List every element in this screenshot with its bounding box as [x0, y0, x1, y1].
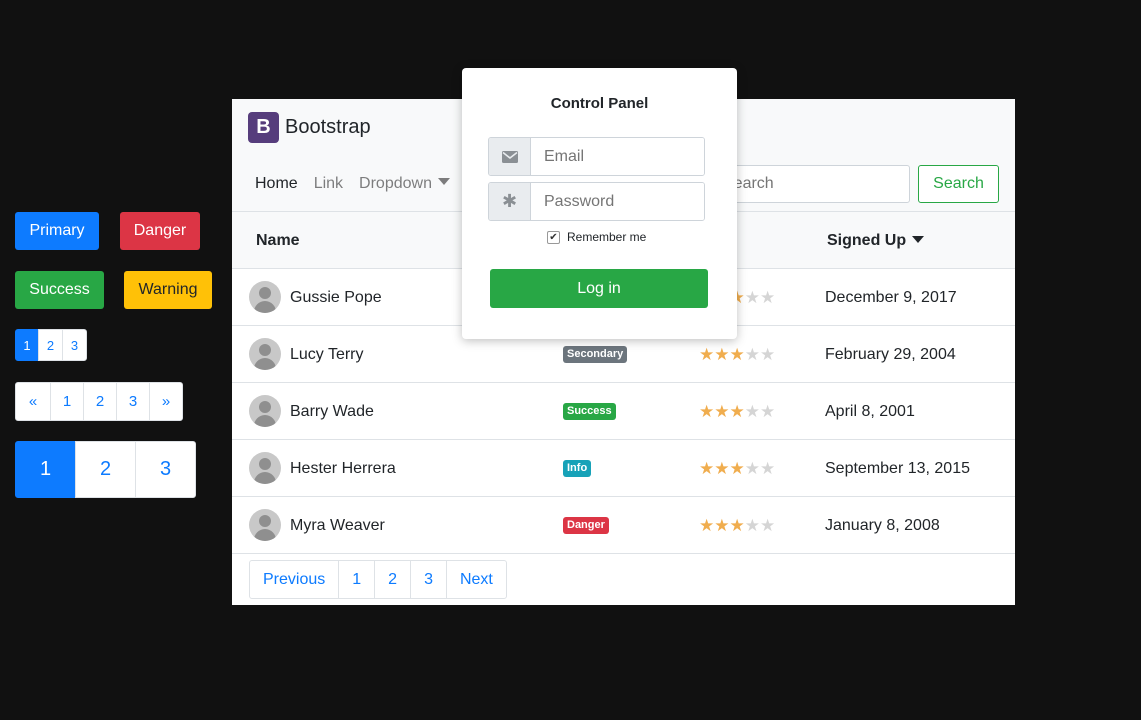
column-header-name[interactable]: Name	[256, 232, 300, 250]
star-icon: ★	[760, 459, 776, 478]
status-badge: Secondary	[563, 346, 628, 363]
nav-dropdown[interactable]: Dropdown	[359, 175, 450, 193]
row-name: Hester Herrera	[290, 460, 396, 477]
page-link-1[interactable]: 1	[15, 329, 39, 361]
page-link-1[interactable]: 1	[50, 382, 84, 421]
star-icon: ★	[729, 345, 745, 364]
column-header-signed-up-label: Signed Up	[827, 232, 907, 249]
nav-dropdown-label: Dropdown	[359, 175, 432, 192]
star-icon: ★	[760, 516, 776, 535]
page-link-2[interactable]: 2	[374, 560, 412, 599]
user-avatar-icon	[249, 509, 281, 541]
success-button[interactable]: Success	[15, 271, 104, 309]
status-badge: Success	[563, 403, 616, 420]
star-icon: ★	[744, 288, 760, 307]
primary-button[interactable]: Primary	[15, 212, 99, 250]
page-link-3[interactable]: 3	[62, 329, 87, 361]
star-icon: ★	[744, 516, 760, 535]
nav-link-home[interactable]: Home	[255, 175, 298, 193]
star-icon: ★	[729, 516, 745, 535]
status-badge: Danger	[563, 517, 609, 534]
search-button[interactable]: Search	[918, 165, 999, 203]
star-icon: ★	[744, 402, 760, 421]
star-icon: ★	[699, 459, 715, 478]
nav-links: Home Link Dropdown	[255, 175, 466, 193]
page-previous-link[interactable]: Previous	[249, 560, 340, 599]
row-signed-up-date: February 29, 2004	[825, 346, 956, 363]
row-name: Myra Weaver	[290, 517, 385, 534]
star-icon: ★	[714, 459, 730, 478]
popup-title: Control Panel	[550, 95, 649, 112]
warning-button[interactable]: Warning	[124, 271, 212, 309]
page-link-1[interactable]: 1	[15, 441, 76, 498]
row-name: Lucy Terry	[290, 346, 364, 363]
remember-me[interactable]: ✔ Remember me	[547, 230, 646, 244]
asterisk-icon: ✱	[489, 183, 531, 220]
star-rating: ★★★★★	[699, 402, 775, 422]
pagination-large: 1 2 3	[15, 441, 196, 498]
column-header-signed-up[interactable]: Signed Up	[827, 232, 925, 250]
user-avatar-icon	[249, 281, 281, 313]
pagination-small: 1 2 3	[15, 329, 87, 361]
page-link-2[interactable]: 2	[38, 329, 63, 361]
page-link-1[interactable]: 1	[338, 560, 376, 599]
brand-name[interactable]: Bootstrap	[285, 116, 371, 139]
email-field[interactable]	[532, 138, 704, 175]
danger-button[interactable]: Danger	[120, 212, 200, 250]
user-avatar-icon	[249, 338, 281, 370]
star-icon: ★	[760, 345, 776, 364]
page-link-2[interactable]: 2	[75, 441, 136, 498]
page-link-3[interactable]: 3	[135, 441, 196, 498]
bootstrap-logo-icon[interactable]: B	[248, 112, 279, 143]
star-icon: ★	[714, 402, 730, 421]
page-next-link[interactable]: »	[149, 382, 183, 421]
sort-caret-down-icon	[912, 236, 925, 243]
search-input[interactable]	[710, 165, 910, 203]
star-rating: ★★★★★	[699, 345, 775, 365]
password-field[interactable]	[532, 183, 704, 220]
star-icon: ★	[744, 345, 760, 364]
star-icon: ★	[699, 402, 715, 421]
table-pagination: Previous 1 2 3 Next	[249, 560, 507, 599]
login-button[interactable]: Log in	[490, 269, 708, 308]
star-icon: ★	[714, 345, 730, 364]
page-next-link[interactable]: Next	[445, 560, 507, 599]
star-icon: ★	[699, 345, 715, 364]
row-signed-up-date: January 8, 2008	[825, 517, 940, 534]
page-link-3[interactable]: 3	[410, 560, 447, 599]
row-signed-up-date: April 8, 2001	[825, 403, 915, 420]
star-icon: ★	[760, 288, 776, 307]
star-icon: ★	[744, 459, 760, 478]
table-row: Myra Weaver Danger ★★★★★ January 8, 2008	[232, 497, 1015, 554]
remember-label: Remember me	[567, 230, 647, 244]
row-name: Gussie Pope	[290, 289, 382, 306]
row-signed-up-date: December 9, 2017	[825, 289, 957, 306]
status-badge: Info	[563, 460, 592, 477]
row-name: Barry Wade	[290, 403, 374, 420]
pagination-medium: « 1 2 3 »	[15, 382, 183, 421]
caret-down-icon	[437, 178, 450, 185]
row-signed-up-date: September 13, 2015	[825, 460, 970, 477]
table-row: Barry Wade Success ★★★★★ April 8, 2001	[232, 383, 1015, 440]
login-popup: Control Panel ✱ ✔ Remember me Log in	[462, 68, 737, 339]
user-avatar-icon	[249, 452, 281, 484]
user-avatar-icon	[249, 395, 281, 427]
page-prev-link[interactable]: «	[15, 382, 51, 421]
email-input-group	[488, 137, 705, 176]
nav-link-link[interactable]: Link	[314, 175, 343, 193]
page-link-3[interactable]: 3	[116, 382, 150, 421]
page-link-2[interactable]: 2	[83, 382, 117, 421]
star-icon: ★	[729, 459, 745, 478]
star-icon: ★	[699, 516, 715, 535]
password-input-group: ✱	[488, 182, 705, 221]
envelope-icon	[489, 138, 531, 175]
star-icon: ★	[714, 516, 730, 535]
star-rating: ★★★★★	[699, 516, 775, 536]
table-row: Hester Herrera Info ★★★★★ September 13, 201…	[232, 440, 1015, 497]
star-icon: ★	[729, 402, 745, 421]
star-rating: ★★★★★	[699, 459, 775, 479]
remember-checkbox[interactable]: ✔	[547, 230, 560, 244]
star-icon: ★	[760, 402, 776, 421]
